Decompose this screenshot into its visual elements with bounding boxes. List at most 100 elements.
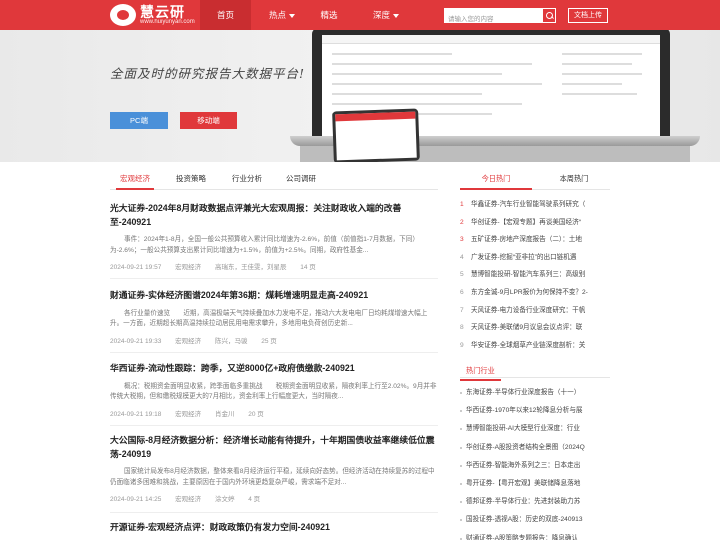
list-item[interactable]: 8 天风证券-美联储9月议息会议点评：联 — [460, 319, 610, 337]
divider — [110, 352, 438, 353]
hot-tabs: 今日热门 本周热门 — [460, 170, 610, 190]
nav-home-label: 首页 — [216, 10, 234, 20]
rank-number: 6 — [460, 288, 464, 296]
article-authors: 肖金川 — [214, 410, 235, 418]
list-item-title: 天风证券-电力设备行业深度研究：干帆 — [471, 306, 586, 314]
list-item-title: 东方金诚-9月LPR报价为何保持不变？2- — [471, 288, 588, 296]
logo-title: 慧云研 — [140, 4, 185, 20]
article-date: 2024-09-21 19:33 — [110, 337, 162, 345]
tab-hot-today[interactable]: 今日热门 — [460, 170, 532, 190]
logo[interactable]: 慧云研 www.huiyunyan.com — [110, 3, 195, 27]
hot-today-list: 1 华鑫证券-汽车行业智能驾驶系列研究（ 2 华创证券-【宏观专题】再谈美国经济“ … — [460, 196, 610, 354]
tab-strategy[interactable]: 投资策略 — [172, 170, 210, 190]
mobile-button[interactable]: 移动端 — [180, 112, 237, 129]
logo-url: www.huiyunyan.com — [140, 19, 195, 25]
tab-hot-week[interactable]: 本周热门 — [538, 170, 610, 190]
pc-button[interactable]: PC端 — [110, 112, 168, 129]
list-item[interactable]: 华西证券-智能海外系列之三：日本走出 — [460, 457, 610, 475]
nav-deep-label: 深度 — [372, 10, 390, 20]
article-authors: 高瑞东，王佳雯，刘星辰 — [214, 264, 287, 271]
list-item-title: 五矿证券-房地产深度报告（二）：土地 — [471, 236, 582, 244]
list-item[interactable]: 3 五矿证券-房地产深度报告（二）：土地 — [460, 231, 610, 249]
list-item-title: 广发证券-挖掘“亚非拉”的出口链机遇 — [471, 253, 577, 261]
list-item[interactable]: 9 华安证券-全球烟草产业链深度剖析：关 — [460, 337, 610, 355]
article-pages: 25 页 — [261, 337, 277, 345]
article-category[interactable]: 宏观经济 — [175, 264, 201, 271]
article-category[interactable]: 宏观经济 — [175, 338, 201, 345]
list-item[interactable]: 华西证券-1970年以来12轮降息分析与展 — [460, 402, 610, 420]
hot-industry-list: 东海证券-半导体行业深度报告（十一） 华西证券-1970年以来12轮降息分析与展… — [460, 384, 610, 540]
rank-number: 3 — [460, 236, 464, 244]
cloud-logo-icon — [110, 4, 136, 26]
rank-number: 7 — [460, 306, 464, 314]
list-item[interactable]: 财通证券-A股策略专题报告：降息确认 — [460, 530, 610, 540]
divider — [110, 512, 438, 513]
article-category[interactable]: 宏观经济 — [175, 496, 201, 503]
search-icon[interactable] — [542, 8, 556, 23]
article-title[interactable]: 光大证券-2024年8月财政数据点评兼光大宏观周报：关注财政收入端的改善至-24… — [110, 202, 438, 229]
list-item[interactable]: 5 慧博智能投研-智能汽车系列三：高级别 — [460, 266, 610, 284]
rank-number: 9 — [460, 341, 464, 349]
list-item-title: 华安证券-全球烟草产业链深度剖析：关 — [471, 341, 586, 349]
list-item[interactable]: 6 东方金诚-9月LPR报价为何保持不变？2- — [460, 284, 610, 302]
article-pages: 20 页 — [248, 410, 264, 418]
search-placeholder: 请输入您的内容 — [448, 16, 494, 23]
nav-home[interactable]: 首页 — [200, 0, 251, 30]
article-title[interactable]: 大公国际-8月经济数据分析：经济增长动能有待提升，十年期国债收益率继续低位震荡-… — [110, 434, 438, 461]
nav-hot-label: 热点 — [268, 10, 286, 20]
upload-button[interactable]: 文档上传 — [568, 8, 608, 23]
article-summary: 概况：税期资金面明显收紧，跨季面临多重挑战 税期资金面明显收紧，隔夜利率上行至2… — [110, 382, 437, 401]
divider — [110, 425, 438, 426]
phone-illustration — [332, 108, 420, 162]
hot-industry-title[interactable]: 热门行业 — [460, 363, 501, 381]
article-meta: 2024-09-21 19:33 宏观经济 陈兴，马骏 25 页 — [110, 335, 438, 345]
article-item: 财通证券-实体经济图谱2024年第36期：煤耗增速明显走高-240921 各行业… — [110, 289, 438, 345]
list-item[interactable]: 4 广发证券-挖掘“亚非拉”的出口链机遇 — [460, 249, 610, 267]
list-item[interactable]: 7 天风证券-电力设备行业深度研究：干帆 — [460, 302, 610, 320]
nav-featured-label: 精选 — [320, 10, 338, 20]
list-item[interactable]: 1 华鑫证券-汽车行业智能驾驶系列研究（ — [460, 196, 610, 214]
divider — [110, 278, 438, 279]
article-title[interactable]: 开源证券-宏观经济点评：财政政策仍有发力空间-240921 — [110, 521, 438, 535]
list-item-title: 天风证券-美联储9月议息会议点评：联 — [471, 324, 583, 332]
tab-macro[interactable]: 宏观经济 — [116, 170, 154, 190]
nav-hot[interactable]: 热点 — [262, 0, 302, 30]
article-item: 华西证券-流动性跟踪：跨季，又逆8000亿+政府债缴款-240921 概况：税期… — [110, 362, 438, 418]
article-title[interactable]: 财通证券-实体经济图谱2024年第36期：煤耗增速明显走高-240921 — [110, 289, 438, 303]
banner-slogan: 全面及时的研究报告大数据平台! — [110, 66, 306, 81]
hero-banner: 全面及时的研究报告大数据平台! PC端 移动端 — [0, 30, 720, 162]
hot-industry-header: 热门行业 — [460, 360, 610, 381]
nav-featured[interactable]: 精选 — [312, 0, 346, 30]
article-meta: 2024-09-21 14:25 宏观经济 涂文婷 4 页 — [110, 493, 438, 503]
article-summary: 事件：2024年1-8月，全国一般公共预算收入累计同比增速为-2.6%，前值（前… — [110, 236, 419, 254]
rank-number: 1 — [460, 201, 464, 208]
chevron-down-icon — [289, 13, 295, 18]
list-item-title: 华创证券-【宏观专题】再谈美国经济“ — [471, 218, 581, 226]
rank-number: 4 — [460, 253, 464, 261]
list-item[interactable]: 德邦证券-半导体行业：先进封装助力苏 — [460, 493, 610, 511]
article-date: 2024-09-21 19:57 — [110, 264, 162, 271]
rank-number: 5 — [460, 271, 464, 279]
article-authors: 涂文婷 — [214, 496, 235, 503]
list-item[interactable]: 慧博智能投研-AI大模型行业深度：行业 — [460, 420, 610, 438]
article-meta: 2024-09-21 19:18 宏观经济 肖金川 20 页 — [110, 408, 438, 418]
article-title[interactable]: 华西证券-流动性跟踪：跨季，又逆8000亿+政府债缴款-240921 — [110, 362, 438, 376]
article-category[interactable]: 宏观经济 — [175, 411, 201, 418]
list-item[interactable]: 华创证券-A股投资者结构全景图（2024Q — [460, 439, 610, 457]
article-summary: 各行业量价速览 近期，高温极端天气持续叠加水力发电不足，推动六大发电电厂日均耗煤… — [110, 309, 428, 328]
tab-company[interactable]: 公司调研 — [282, 170, 320, 190]
list-item[interactable]: 2 华创证券-【宏观专题】再谈美国经济“ — [460, 214, 610, 232]
list-item-title: 慧博智能投研-智能汽车系列三：高级别 — [471, 271, 586, 279]
rank-number: 2 — [460, 218, 464, 226]
list-item[interactable]: 粤开证券-【粤开宏观】美联储降息落地 — [460, 475, 610, 493]
nav-deep[interactable]: 深度 — [364, 0, 408, 30]
list-item-title: 华鑫证券-汽车行业智能驾驶系列研究（ — [471, 201, 586, 208]
search-input[interactable]: 请输入您的内容 — [444, 8, 556, 23]
chevron-down-icon — [393, 13, 399, 18]
list-item[interactable]: 国投证券-透视A股：历史的双底-240913 — [460, 511, 610, 529]
list-item[interactable]: 东海证券-半导体行业深度报告（十一） — [460, 384, 610, 402]
article-meta: 2024-09-21 19:57 宏观经济 高瑞东，王佳雯，刘星辰 14 页 — [110, 261, 438, 271]
tab-industry[interactable]: 行业分析 — [228, 170, 266, 190]
top-navbar: 慧云研 www.huiyunyan.com 首页 热点 精选 深度 请输入您的内… — [0, 0, 720, 30]
rank-number: 8 — [460, 324, 464, 332]
